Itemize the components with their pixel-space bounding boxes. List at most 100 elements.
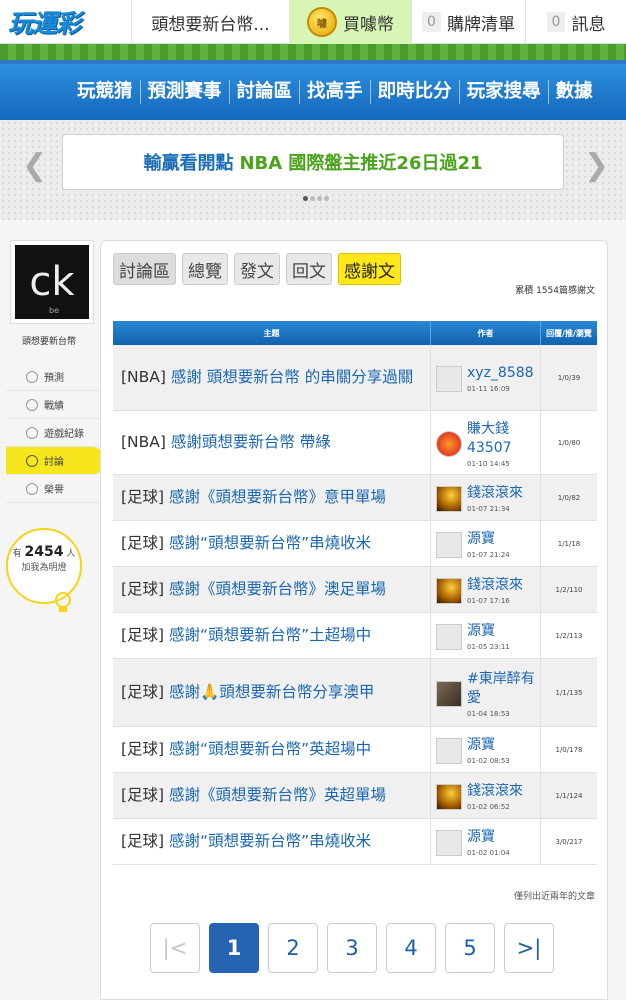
stats-cell: 1/1/18 bbox=[557, 539, 581, 548]
page-button-1[interactable]: 1 bbox=[209, 923, 259, 973]
author-avatar[interactable] bbox=[436, 623, 462, 650]
last-page-button[interactable]: >| bbox=[504, 923, 554, 973]
author-name-link[interactable]: 賺大錢43507 bbox=[467, 420, 540, 458]
nav-item-guess[interactable]: 玩競猜 bbox=[70, 80, 141, 104]
author-name-link[interactable]: 源寶 bbox=[467, 622, 510, 641]
topic-cell[interactable]: [足球] 感謝“頭想要新台幣”土超場中 bbox=[113, 613, 431, 658]
author-cell: 錢滾滾來 01-02 06:52 bbox=[431, 773, 541, 818]
topic-title-link[interactable]: 感謝頭想要新台幣 帶綠 bbox=[171, 433, 331, 451]
message-button[interactable]: 0 訊息 bbox=[526, 0, 626, 44]
forum-tabs: 討論區 總覽 發文 回文 感謝文 bbox=[113, 253, 401, 285]
cart-count-badge: 0 bbox=[422, 12, 441, 32]
chevron-right-icon[interactable]: ❯ bbox=[584, 148, 609, 183]
topic-cell[interactable]: [足球] 感謝“頭想要新台幣”英超場中 bbox=[113, 727, 431, 772]
carousel-dots bbox=[303, 196, 329, 201]
tab-overview[interactable]: 總覽 bbox=[182, 253, 228, 285]
nav-item-predict[interactable]: 預測賽事 bbox=[141, 80, 230, 104]
author-name-link[interactable]: 源寶 bbox=[467, 530, 510, 549]
author-name-link[interactable]: 源寶 bbox=[467, 828, 510, 847]
stats-cell: 1/2/113 bbox=[555, 631, 583, 640]
page-button-4[interactable]: 4 bbox=[386, 923, 436, 973]
table-row: [足球] 感謝“頭想要新台幣”串燒收米 源寶 01-02 01:04 3/0/217 bbox=[113, 819, 597, 865]
header-stripes bbox=[0, 44, 626, 64]
first-page-button[interactable]: |< bbox=[150, 923, 200, 973]
author-avatar[interactable] bbox=[436, 680, 462, 707]
topic-cell[interactable]: [足球] 感謝《頭想要新台幣》英超單場 bbox=[113, 773, 431, 818]
banner-link[interactable]: 輸贏看開點 NBA 國際盤主推近26日過21 bbox=[62, 134, 564, 190]
topic-title-link[interactable]: 感謝 頭想要新台幣 的串關分享過關 bbox=[171, 368, 413, 386]
avatar[interactable]: ck be bbox=[10, 240, 94, 324]
topic-category: [足球] bbox=[121, 488, 165, 506]
fans-prefix: 有 bbox=[12, 549, 22, 559]
sidebar-item-game-log[interactable]: 遊戲紀錄 bbox=[6, 419, 102, 447]
topic-title-link[interactable]: 感謝《頭想要新台幣》澳足單場 bbox=[169, 580, 386, 598]
topic-cell[interactable]: [NBA] 感謝頭想要新台幣 帶綠 bbox=[113, 411, 431, 474]
first-page-icon: |< bbox=[162, 936, 188, 960]
stats-cell: 1/0/80 bbox=[557, 438, 581, 447]
topic-cell[interactable]: [NBA] 感謝 頭想要新台幣 的串關分享過關 bbox=[113, 345, 431, 410]
sidebar-item-discuss[interactable]: 討論 bbox=[6, 447, 106, 475]
author-avatar[interactable] bbox=[436, 430, 462, 457]
tab-replies[interactable]: 回文 bbox=[286, 253, 332, 285]
coin-icon: 噱 bbox=[307, 7, 337, 37]
author-avatar[interactable] bbox=[436, 531, 462, 558]
tab-posts[interactable]: 發文 bbox=[234, 253, 280, 285]
sidebar-item-record[interactable]: 戰績 bbox=[6, 391, 102, 419]
nav-item-data[interactable]: 數據 bbox=[549, 80, 600, 104]
topic-title-link[interactable]: 感謝“頭想要新台幣”土超場中 bbox=[169, 626, 371, 644]
main-panel: 討論區 總覽 發文 回文 感謝文 累積 1554篇感謝文 主題 作者 回覆/推/… bbox=[100, 240, 608, 1000]
author-name-link[interactable]: 錢滾滾來 bbox=[467, 576, 523, 595]
sidebar-item-predict[interactable]: 預測 bbox=[6, 363, 102, 391]
author-name-link[interactable]: xyz_8588 bbox=[467, 364, 534, 383]
carousel-dot[interactable] bbox=[324, 196, 329, 201]
message-label: 訊息 bbox=[571, 14, 606, 35]
sidebar-item-honor[interactable]: 榮譽 bbox=[6, 475, 102, 503]
page-button-2[interactable]: 2 bbox=[268, 923, 318, 973]
author-name-link[interactable]: 源寶 bbox=[467, 736, 510, 755]
author-avatar[interactable] bbox=[436, 577, 462, 604]
topic-title-link[interactable]: 感謝《頭想要新台幣》意甲單場 bbox=[169, 488, 386, 506]
topic-title-link[interactable]: 感謝🙏頭想要新台幣分享澳甲 bbox=[169, 683, 374, 701]
author-avatar[interactable] bbox=[436, 365, 462, 392]
topic-cell[interactable]: [足球] 感謝“頭想要新台幣”串燒收米 bbox=[113, 521, 431, 566]
last-page-icon: >| bbox=[516, 936, 542, 960]
carousel-dot[interactable] bbox=[317, 196, 322, 201]
author-avatar[interactable] bbox=[436, 783, 462, 810]
topic-cell[interactable]: [足球] 感謝“頭想要新台幣”串燒收米 bbox=[113, 819, 431, 864]
nav-item-player-search[interactable]: 玩家搜尋 bbox=[460, 80, 549, 104]
topic-title-link[interactable]: 感謝“頭想要新台幣”英超場中 bbox=[169, 740, 371, 758]
topic-cell[interactable]: [足球] 感謝《頭想要新台幣》意甲單場 bbox=[113, 475, 431, 520]
chevron-left-icon[interactable]: ❮ bbox=[22, 148, 47, 183]
user-name-link[interactable]: 頭想要新台幣... bbox=[132, 0, 290, 44]
cart-button[interactable]: 0 購牌清單 bbox=[412, 0, 526, 44]
post-date: 01-02 06:52 bbox=[467, 803, 510, 811]
buy-coin-button[interactable]: 噱 買噱幣 bbox=[290, 0, 412, 44]
follow-lamp-button[interactable]: 有 2454 人 加我為明燈 bbox=[6, 528, 82, 612]
author-avatar[interactable] bbox=[436, 829, 462, 856]
tab-forum[interactable]: 討論區 bbox=[113, 253, 176, 285]
lightbulb-icon bbox=[55, 592, 71, 612]
author-avatar[interactable] bbox=[436, 485, 462, 512]
nav-item-live-score[interactable]: 即時比分 bbox=[371, 80, 460, 104]
carousel-dot[interactable] bbox=[303, 196, 308, 201]
page-button-3[interactable]: 3 bbox=[327, 923, 377, 973]
author-name-link[interactable]: #東岸醉有愛 bbox=[467, 670, 540, 708]
author-name-link[interactable]: 錢滾滾來 bbox=[467, 782, 523, 801]
topic-cell[interactable]: [足球] 感謝🙏頭想要新台幣分享澳甲 bbox=[113, 659, 431, 726]
topic-title-link[interactable]: 感謝《頭想要新台幣》英超單場 bbox=[169, 786, 386, 804]
table-row: [足球] 感謝“頭想要新台幣”土超場中 源寶 01-05 23:11 1/2/113 bbox=[113, 613, 597, 659]
nav-item-forum[interactable]: 討論區 bbox=[230, 80, 301, 104]
tab-thanks[interactable]: 感謝文 bbox=[338, 253, 401, 285]
author-avatar[interactable] bbox=[436, 737, 462, 764]
page-button-5[interactable]: 5 bbox=[445, 923, 495, 973]
stats-cell: 1/1/124 bbox=[555, 791, 583, 800]
topic-title-link[interactable]: 感謝“頭想要新台幣”串燒收米 bbox=[169, 534, 371, 552]
author-cell: 錢滾滾來 01-07 21:34 bbox=[431, 475, 541, 520]
topic-cell[interactable]: [足球] 感謝《頭想要新台幣》澳足單場 bbox=[113, 567, 431, 612]
author-name-link[interactable]: 錢滾滾來 bbox=[467, 484, 523, 503]
topic-title-link[interactable]: 感謝“頭想要新台幣”串燒收米 bbox=[169, 832, 371, 850]
carousel-dot[interactable] bbox=[310, 196, 315, 201]
nav-item-experts[interactable]: 找高手 bbox=[300, 80, 371, 104]
site-logo[interactable]: 玩運彩 bbox=[0, 0, 132, 44]
topic-category: [足球] bbox=[121, 786, 165, 804]
